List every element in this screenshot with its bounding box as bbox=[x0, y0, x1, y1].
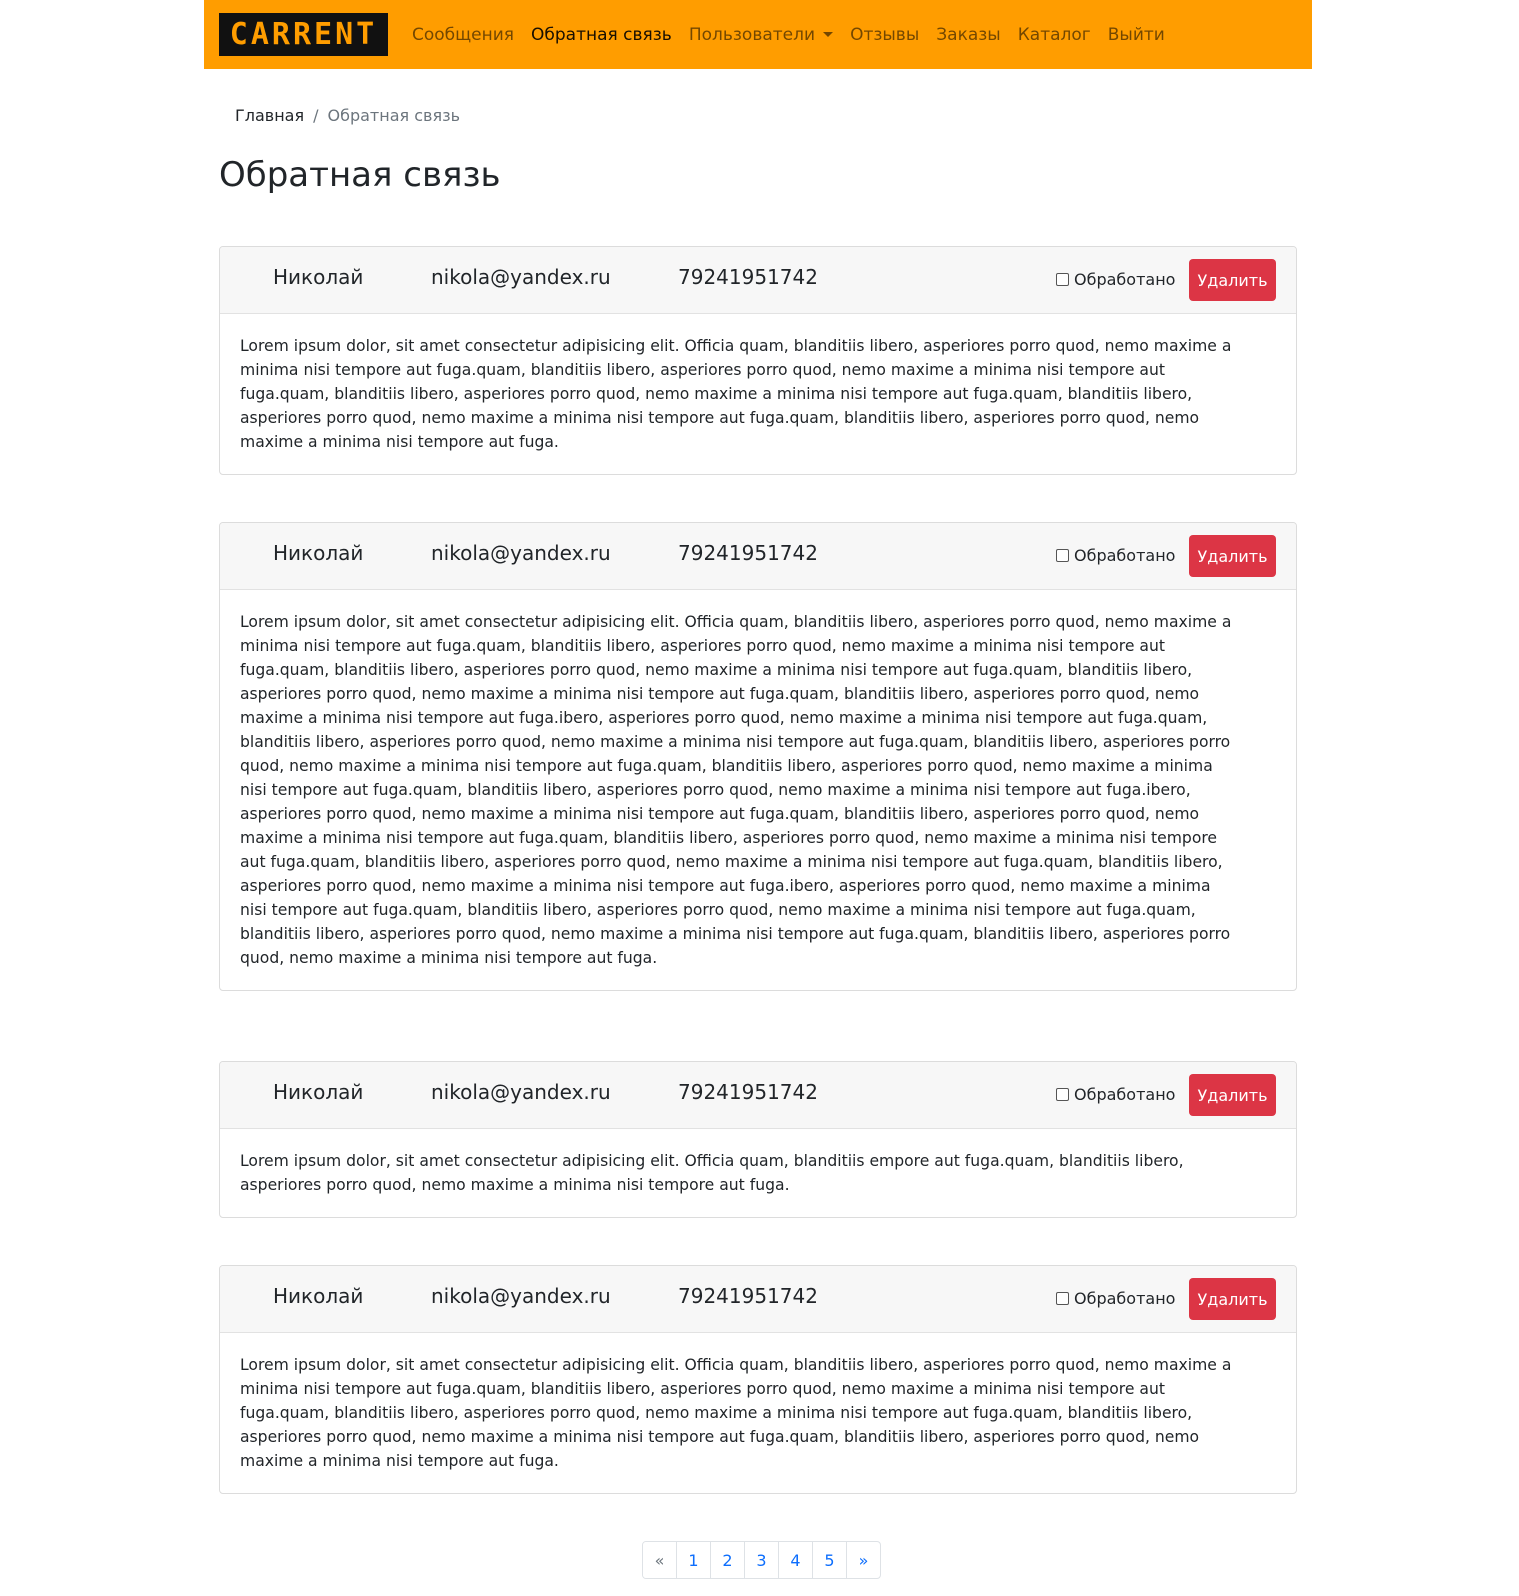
delete-button[interactable]: Удалить bbox=[1189, 1074, 1276, 1116]
processed-checkbox-label[interactable]: Обработано bbox=[1056, 546, 1175, 565]
feedback-phone: 79241951742 bbox=[678, 1284, 818, 1308]
feedback-message: Lorem ipsum dolor, sit amet consectetur … bbox=[240, 337, 1232, 451]
nav-item-logout[interactable]: Выйти bbox=[1108, 25, 1165, 45]
nav-item-catalog[interactable]: Каталог bbox=[1018, 25, 1091, 45]
processed-checkbox-label[interactable]: Обработано bbox=[1056, 1085, 1175, 1104]
pagination-page-5[interactable]: 5 bbox=[813, 1542, 847, 1578]
processed-checkbox[interactable] bbox=[1056, 1088, 1069, 1101]
feedback-phone: 79241951742 bbox=[678, 265, 818, 289]
breadcrumb: Главная / Обратная связь bbox=[235, 106, 460, 125]
feedback-name: Николай bbox=[273, 265, 364, 289]
feedback-phone: 79241951742 bbox=[678, 541, 818, 565]
feedback-message: Lorem ipsum dolor, sit amet consectetur … bbox=[240, 1152, 1184, 1194]
feedback-name: Николай bbox=[273, 1080, 364, 1104]
breadcrumb-home-link[interactable]: Главная bbox=[235, 106, 304, 125]
feedback-card-header: Николай nikola@yandex.ru 79241951742 Обр… bbox=[220, 523, 1296, 590]
processed-checkbox[interactable] bbox=[1056, 549, 1069, 562]
feedback-card-header: Николай nikola@yandex.ru 79241951742 Обр… bbox=[220, 247, 1296, 314]
processed-label: Обработано bbox=[1074, 270, 1176, 289]
feedback-name: Николай bbox=[273, 1284, 364, 1308]
nav-item-reviews[interactable]: Отзывы bbox=[850, 25, 919, 45]
pagination-page-1[interactable]: 1 bbox=[677, 1542, 711, 1578]
nav-item-orders[interactable]: Заказы bbox=[936, 25, 1000, 45]
brand-logo[interactable]: CARRENT bbox=[219, 13, 388, 56]
processed-label: Обработано bbox=[1074, 1289, 1176, 1308]
nav-item-messages[interactable]: Сообщения bbox=[412, 25, 514, 45]
feedback-message: Lorem ipsum dolor, sit amet consectetur … bbox=[240, 1356, 1232, 1470]
feedback-card: Николай nikola@yandex.ru 79241951742 Обр… bbox=[219, 1265, 1297, 1494]
nav-item-users-label: Пользователи bbox=[688, 24, 816, 45]
pagination-page-2[interactable]: 2 bbox=[711, 1542, 745, 1578]
pagination-page-4[interactable]: 4 bbox=[779, 1542, 813, 1578]
breadcrumb-current: Обратная связь bbox=[327, 106, 461, 125]
nav-item-users-dropdown[interactable]: Пользователи bbox=[688, 24, 834, 45]
processed-label: Обработано bbox=[1074, 1085, 1176, 1104]
processed-checkbox-label[interactable]: Обработано bbox=[1056, 1289, 1175, 1308]
nav-links: Сообщения Обратная связь Пользователи От… bbox=[412, 0, 1182, 69]
top-navbar: CARRENT Сообщения Обратная связь Пользов… bbox=[204, 0, 1312, 69]
delete-button[interactable]: Удалить bbox=[1189, 1278, 1276, 1320]
feedback-card: Николай nikola@yandex.ru 79241951742 Обр… bbox=[219, 1061, 1297, 1218]
feedback-email: nikola@yandex.ru bbox=[431, 1080, 611, 1104]
nav-item-feedback[interactable]: Обратная связь bbox=[531, 25, 672, 45]
feedback-phone: 79241951742 bbox=[678, 1080, 818, 1104]
pagination-prev[interactable]: « bbox=[643, 1542, 677, 1578]
feedback-email: nikola@yandex.ru bbox=[431, 1284, 611, 1308]
breadcrumb-separator: / bbox=[313, 106, 319, 125]
feedback-card: Николай nikola@yandex.ru 79241951742 Обр… bbox=[219, 522, 1297, 991]
processed-checkbox-label[interactable]: Обработано bbox=[1056, 270, 1175, 289]
processed-label: Обработано bbox=[1074, 546, 1176, 565]
delete-button[interactable]: Удалить bbox=[1189, 259, 1276, 301]
feedback-card: Николай nikola@yandex.ru 79241951742 Обр… bbox=[219, 246, 1297, 475]
pagination-page-3[interactable]: 3 bbox=[745, 1542, 779, 1578]
feedback-email: nikola@yandex.ru bbox=[431, 265, 611, 289]
feedback-name: Николай bbox=[273, 541, 364, 565]
processed-checkbox[interactable] bbox=[1056, 1292, 1069, 1305]
feedback-card-header: Николай nikola@yandex.ru 79241951742 Обр… bbox=[220, 1062, 1296, 1129]
processed-checkbox[interactable] bbox=[1056, 273, 1069, 286]
feedback-card-header: Николай nikola@yandex.ru 79241951742 Обр… bbox=[220, 1266, 1296, 1333]
delete-button[interactable]: Удалить bbox=[1189, 535, 1276, 577]
page-title: Обратная связь bbox=[219, 155, 501, 195]
pagination: « 1 2 3 4 5 » bbox=[642, 1541, 881, 1579]
feedback-message: Lorem ipsum dolor, sit amet consectetur … bbox=[240, 613, 1232, 967]
pagination-next[interactable]: » bbox=[847, 1542, 880, 1578]
feedback-email: nikola@yandex.ru bbox=[431, 541, 611, 565]
chevron-down-icon bbox=[823, 32, 834, 37]
